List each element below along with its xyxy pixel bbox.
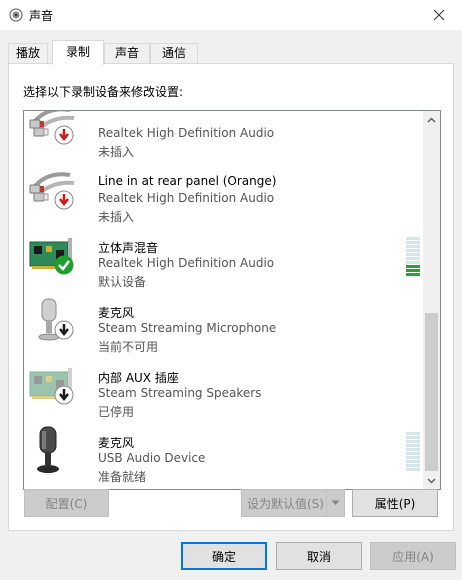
apply-button[interactable]: 应用(A) <box>370 542 456 570</box>
meter-segment <box>406 237 420 240</box>
meter-segment <box>406 249 420 252</box>
list-item[interactable]: 内部 AUX 插座 Steam Streaming Speakers 已停用 <box>24 355 424 420</box>
tab-recording[interactable]: 录制 <box>52 40 104 65</box>
meter-segment <box>406 261 420 264</box>
device-description: Realtek High Definition Audio <box>98 256 275 270</box>
list-item[interactable]: Line in at rear panel (Orange) Realtek H… <box>24 160 424 225</box>
meter-segment <box>406 265 420 268</box>
level-meter <box>406 237 420 277</box>
set-default-dropdown[interactable] <box>326 490 344 516</box>
tab-sounds[interactable]: 声音 <box>104 43 150 64</box>
meter-segment <box>406 440 420 443</box>
device-description: Steam Streaming Microphone <box>98 321 277 335</box>
device-name: 内部 AUX 插座 <box>98 371 179 385</box>
scroll-thumb[interactable] <box>425 313 438 471</box>
meter-segment <box>406 245 420 248</box>
device-status: 默认设备 <box>98 275 147 289</box>
device-name: 麦克风 <box>98 436 135 450</box>
device-status: 未插入 <box>98 145 135 159</box>
recording-panel: 选择以下录制设备来修改设置: Realtek High Definition A… <box>8 63 454 531</box>
list-scrollbar[interactable] <box>423 111 440 489</box>
device-list[interactable]: Realtek High Definition Audio 未插入 Line i… <box>23 110 441 490</box>
chevron-down-icon <box>427 477 436 484</box>
down-arrow-badge-icon <box>54 125 74 145</box>
scroll-up-button[interactable] <box>423 111 440 128</box>
close-icon <box>433 9 445 21</box>
chevron-down-icon <box>331 500 340 505</box>
device-status: 准备就绪 <box>98 470 147 484</box>
device-status: 当前不可用 <box>98 340 159 354</box>
meter-segment <box>406 456 420 459</box>
meter-segment <box>406 253 420 256</box>
chevron-up-icon <box>427 116 436 123</box>
device-name: Line in at rear panel (Orange) <box>98 174 277 188</box>
meter-segment <box>406 452 420 455</box>
meter-segment <box>406 257 420 260</box>
device-status: 已停用 <box>98 405 135 419</box>
device-description: Realtek High Definition Audio <box>98 191 275 205</box>
list-item[interactable]: 麦克风 Steam Streaming Microphone 当前不可用 <box>24 290 424 355</box>
list-item[interactable]: 麦克风 USB Audio Device 准备就绪 <box>24 420 424 485</box>
instruction-text: 选择以下录制设备来修改设置: <box>23 85 184 99</box>
scroll-down-button[interactable] <box>423 472 440 489</box>
list-item[interactable]: 立体声混音 Realtek High Definition Audio 默认设备 <box>24 225 424 290</box>
meter-segment <box>406 468 420 471</box>
usb-microphone-icon <box>37 426 59 473</box>
down-arrow-badge-icon <box>54 320 74 340</box>
configure-button[interactable]: 配置(C) <box>24 489 109 517</box>
ok-button[interactable]: 确定 <box>181 542 267 570</box>
meter-segment <box>406 273 420 276</box>
window-title: 声音 <box>29 9 54 23</box>
meter-segment <box>406 448 420 451</box>
cancel-button[interactable]: 取消 <box>276 542 362 570</box>
default-check-badge-icon <box>54 255 74 275</box>
speaker-icon <box>9 8 23 22</box>
level-meter <box>406 432 420 472</box>
meter-segment <box>406 444 420 447</box>
close-button[interactable] <box>416 0 462 30</box>
tab-playback[interactable]: 播放 <box>8 43 48 64</box>
down-arrow-badge-icon <box>54 385 74 405</box>
properties-button[interactable]: 属性(P) <box>352 489 438 517</box>
device-status: 未插入 <box>98 210 135 224</box>
meter-segment <box>406 432 420 435</box>
set-default-button[interactable]: 设为默认值(S) <box>241 489 345 517</box>
meter-segment <box>406 464 420 467</box>
device-name: 立体声混音 <box>98 241 159 255</box>
meter-segment <box>406 269 420 272</box>
title-bar: 声音 <box>0 0 462 30</box>
device-name: 麦克风 <box>98 306 135 320</box>
tab-communications[interactable]: 通信 <box>150 43 198 64</box>
device-description: Realtek High Definition Audio <box>98 126 275 140</box>
meter-segment <box>406 436 420 439</box>
meter-segment <box>406 241 420 244</box>
set-default-label: 设为默认值(S) <box>247 496 324 511</box>
device-description: USB Audio Device <box>98 451 206 465</box>
device-description: Steam Streaming Speakers <box>98 386 262 400</box>
meter-segment <box>406 460 420 463</box>
down-arrow-badge-icon <box>54 190 74 210</box>
list-item[interactable]: Realtek High Definition Audio 未插入 <box>24 111 424 160</box>
